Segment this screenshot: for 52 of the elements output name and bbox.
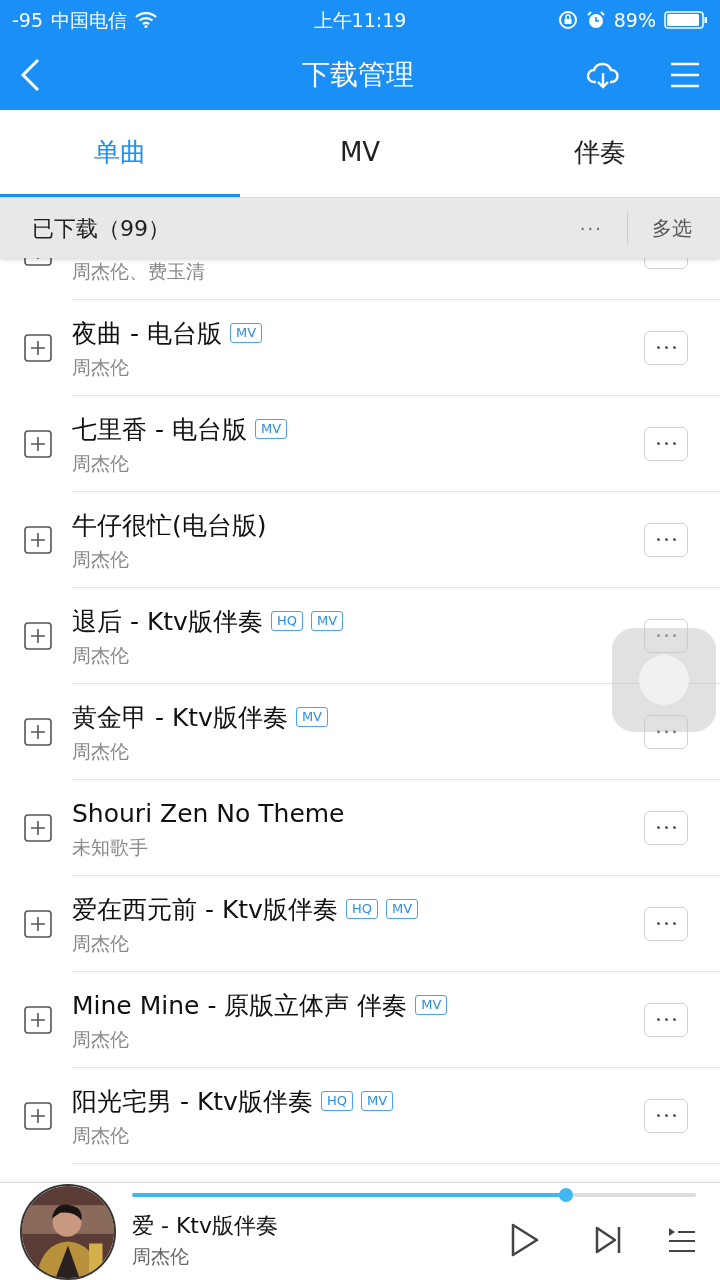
song-title: 阳光宅男 - Ktv版伴奏: [72, 1085, 313, 1118]
alarm-icon: [585, 10, 606, 30]
quality-tag: MV: [310, 611, 344, 632]
song-title: 退后 - Ktv版伴奏: [72, 605, 263, 638]
clock: 上午11:19: [312, 7, 408, 33]
page-title: 下载管理: [301, 57, 415, 93]
tab[interactable]: 伴奏: [480, 110, 720, 197]
now-playing-artist: 周杰伦: [132, 1243, 190, 1269]
signal-strength: -95: [12, 7, 44, 33]
quality-tag: MV: [415, 995, 448, 1016]
battery-percent: 89%: [613, 7, 656, 33]
menu-icon[interactable]: [670, 62, 700, 88]
multi-select-button[interactable]: 多选: [652, 213, 692, 243]
quality-tag: MV: [229, 323, 263, 344]
artist-name: 周杰伦: [72, 739, 129, 765]
now-playing-title: 爱 - Ktv版伴奏: [132, 1211, 279, 1240]
quality-tag: MV: [254, 419, 288, 440]
song-title: 夜曲 - 电台版: [72, 317, 222, 350]
song-title: 牛仔很忙(电台版): [72, 509, 267, 542]
back-icon[interactable]: [20, 58, 40, 92]
artist-name: 周杰伦: [72, 451, 129, 477]
rotation-lock-icon: [557, 10, 578, 30]
cloud-download-icon[interactable]: [586, 60, 620, 90]
artist-name: 周杰伦: [72, 355, 129, 381]
artist-name: 周杰伦: [72, 1027, 129, 1053]
artist-name: 周杰伦: [72, 547, 129, 573]
next-track-icon[interactable]: [594, 1224, 622, 1255]
song-title: 爱在西元前 - Ktv版伴奏: [72, 893, 338, 926]
artist-name: 周杰伦、费玉清: [72, 259, 205, 285]
progress-thumb[interactable]: [559, 1187, 574, 1202]
song-title: Shouri Zen No Theme: [72, 797, 345, 830]
quality-tag: MV: [385, 899, 419, 920]
play-icon[interactable]: [510, 1221, 540, 1258]
artist-name: 未知歌手: [72, 835, 148, 861]
song-title: 黄金甲 - Ktv版伴奏: [72, 701, 288, 734]
quality-tag: MV: [360, 1091, 394, 1112]
artist-name: 周杰伦: [72, 931, 129, 957]
playlist-icon[interactable]: [668, 1226, 696, 1253]
more-options-button[interactable]: ···: [579, 212, 628, 244]
downloaded-count: 已下载（99）: [32, 214, 171, 243]
carrier-name: 中国电信: [51, 7, 128, 33]
quality-tag: HQ: [345, 899, 378, 920]
tab[interactable]: MV: [240, 110, 480, 197]
quality-tag: HQ: [270, 611, 303, 632]
artist-name: 周杰伦: [72, 1123, 129, 1149]
quality-tag: MV: [295, 707, 328, 728]
song-title: Mine Mine - 原版立体声 伴奏: [72, 989, 408, 1022]
artist-name: 周杰伦: [72, 643, 129, 669]
wifi-icon: [135, 12, 158, 28]
song-title: 七里香 - 电台版: [72, 413, 247, 446]
battery-icon: [664, 10, 708, 30]
quality-tag: HQ: [320, 1091, 353, 1112]
